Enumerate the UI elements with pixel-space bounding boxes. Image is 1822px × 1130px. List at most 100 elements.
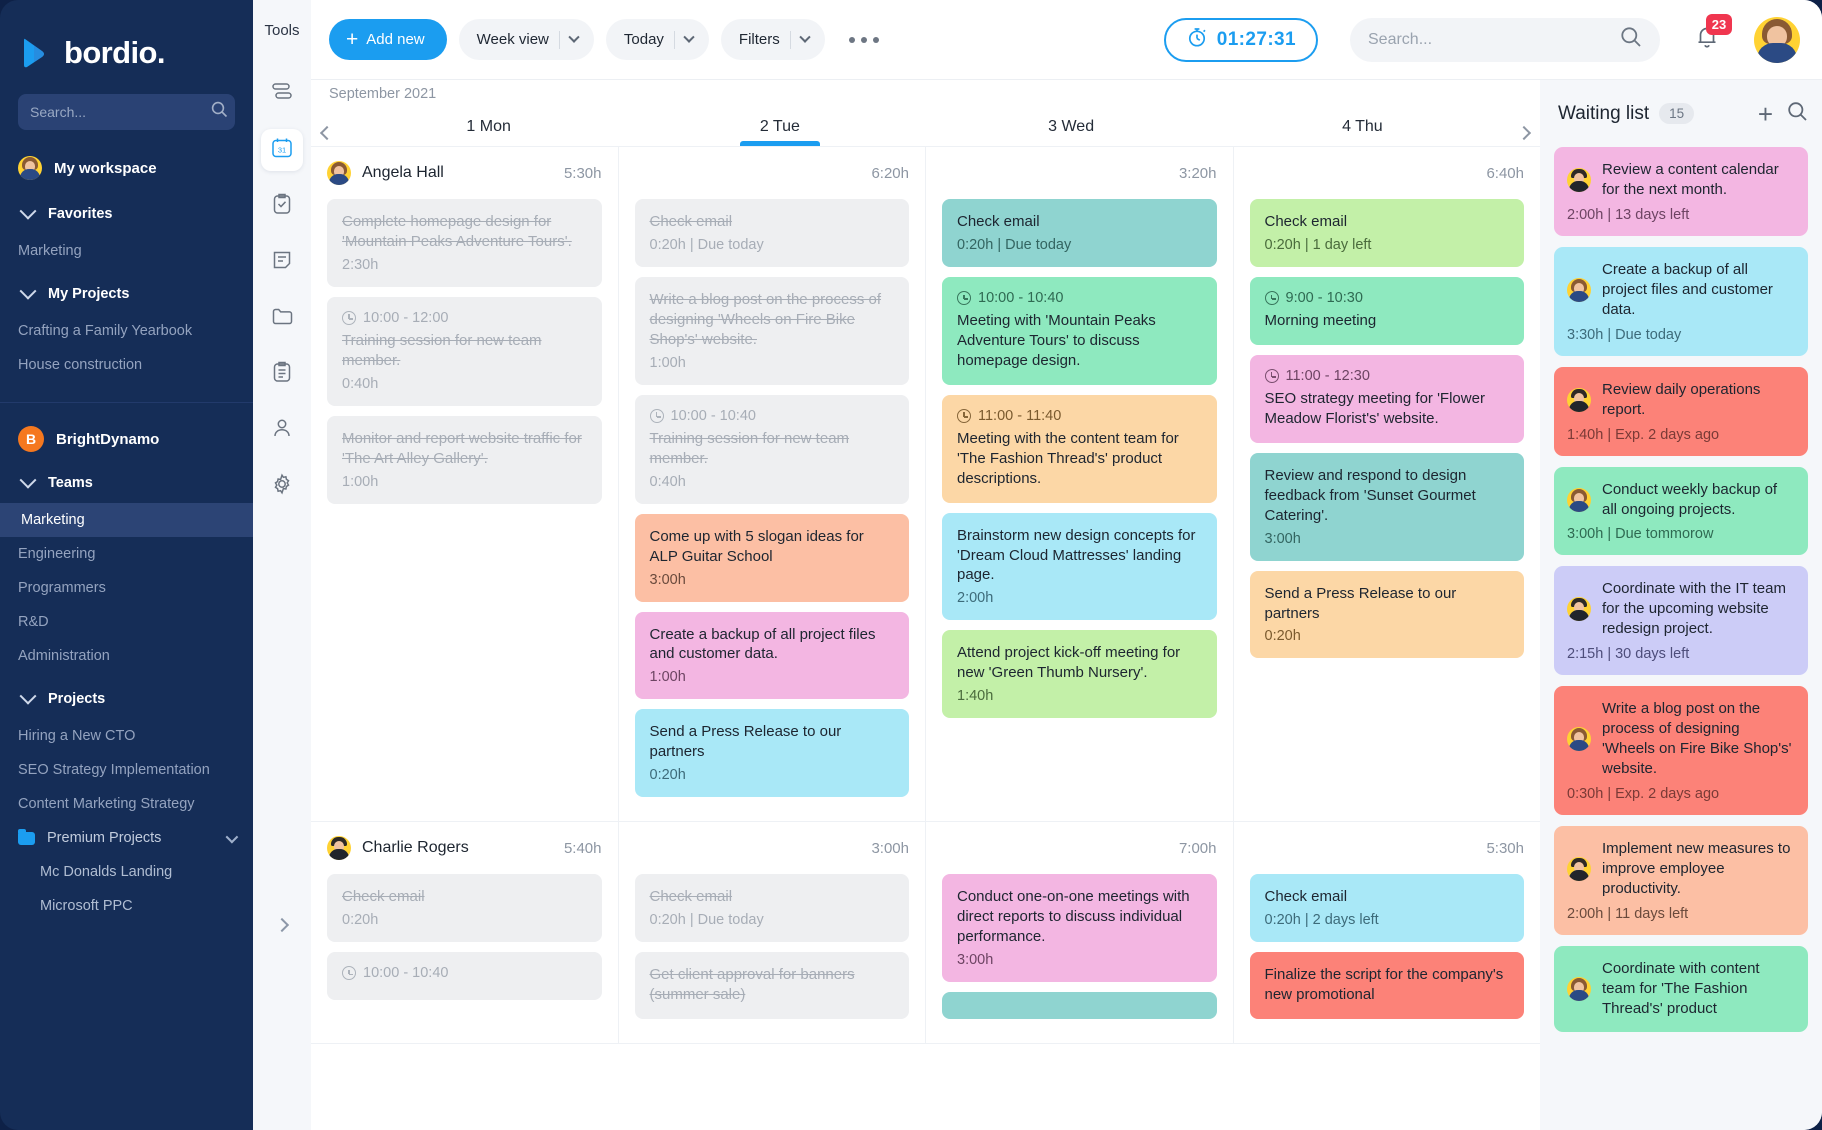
tool-reports-button[interactable] xyxy=(261,353,303,395)
sidebar-item-my-workspace[interactable]: My workspace xyxy=(0,148,253,188)
day-column[interactable]: 6:20h Check email 0:20h | Due today Write a… xyxy=(619,147,926,822)
timer-button[interactable]: 01:27:31 xyxy=(1163,17,1318,62)
sidebar-item-team-engineering[interactable]: Engineering xyxy=(0,537,253,571)
day-column[interactable]: 7:00h Conduct one-on-one meetings with di… xyxy=(926,822,1234,1044)
task-card[interactable]: Check email 0:20h | 1 day left xyxy=(1249,199,1524,267)
view-mode-dropdown[interactable]: Week view xyxy=(458,19,594,60)
task-card[interactable]: Complete homepage design for 'Mountain P… xyxy=(327,199,602,287)
task-card[interactable]: Get client approval for banners (summer … xyxy=(634,952,909,1020)
task-card[interactable]: Create a backup of all project files and… xyxy=(634,611,909,700)
task-card[interactable]: 10:00 - 10:40 Training session for new te… xyxy=(634,394,909,504)
task-card[interactable]: 10:00 - 10:40 xyxy=(327,952,602,1001)
task-card[interactable]: Come up with 5 slogan ideas for ALP Guit… xyxy=(634,513,909,602)
add-task-plus-icon[interactable]: + xyxy=(1758,101,1773,127)
tools-expand-button[interactable] xyxy=(267,910,297,940)
sidebar-group-teams[interactable]: Teams xyxy=(0,463,253,503)
sidebar-group-favorites[interactable]: Favorites xyxy=(0,194,253,234)
waiting-list-item[interactable]: Conduct weekly backup of all ongoing pro… xyxy=(1554,466,1808,556)
date-range-dropdown[interactable]: Today xyxy=(605,19,709,60)
waiting-list-item[interactable]: Coordinate with the IT team for the upco… xyxy=(1554,566,1808,676)
user-avatar[interactable] xyxy=(1754,16,1800,63)
day-header-wed[interactable]: 3 Wed xyxy=(926,118,1217,146)
day-header-tue[interactable]: 2 Tue xyxy=(634,118,925,146)
more-horizontal-icon[interactable] xyxy=(837,36,891,43)
search-icon[interactable] xyxy=(1787,101,1808,127)
day-column[interactable]: Angela Hall 5:30h Complete homepage design… xyxy=(311,147,619,822)
waiting-list-item[interactable]: Review daily operations report. 1:40h | E… xyxy=(1554,366,1808,456)
add-new-button[interactable]: + Add new xyxy=(329,19,447,60)
sidebar-item-marketing-fav[interactable]: Marketing xyxy=(0,234,253,268)
day-header-mon[interactable]: 1 Mon xyxy=(343,118,634,146)
sidebar-item-team-rnd[interactable]: R&D xyxy=(0,605,253,639)
tool-people-button[interactable] xyxy=(261,409,303,451)
task-title: Get client approval for banners (summer … xyxy=(649,966,855,1004)
filters-dropdown[interactable]: Filters xyxy=(720,19,825,60)
waiting-list-item[interactable]: Coordinate with content team for 'The Fa… xyxy=(1554,945,1808,1032)
tool-calendar-button[interactable]: 31 xyxy=(245,129,303,171)
waiting-list-item[interactable]: Review a content calendar for the next m… xyxy=(1554,147,1808,236)
sidebar-item-content-marketing[interactable]: Content Marketing Strategy xyxy=(0,787,253,821)
brand-logo[interactable]: bordio. xyxy=(0,8,253,72)
sidebar-search[interactable] xyxy=(18,94,235,130)
search-icon[interactable] xyxy=(1620,26,1642,53)
tool-tasks-button[interactable] xyxy=(261,185,303,227)
task-card[interactable]: Conduct one-on-one meetings with direct … xyxy=(942,874,1217,983)
task-card[interactable]: Review and respond to design feedback fr… xyxy=(1249,452,1524,561)
sidebar-group-my-projects[interactable]: My Projects xyxy=(0,274,253,314)
task-card[interactable]: 9:00 - 10:30 Morning meeting xyxy=(1249,276,1524,345)
next-week-button[interactable] xyxy=(1508,125,1540,146)
task-card[interactable]: Send a Press Release to our partners 0:20… xyxy=(634,709,909,798)
task-card[interactable]: Check email 0:20h xyxy=(327,874,602,943)
task-card[interactable]: 10:00 - 12:00 Training session for new te… xyxy=(327,296,602,406)
task-card[interactable]: Check email 0:20h | 2 days left xyxy=(1249,874,1524,943)
task-card[interactable]: 10:00 - 10:40 Meeting with 'Mountain Peak… xyxy=(942,276,1217,385)
waiting-list-item[interactable]: Implement new measures to improve employ… xyxy=(1554,826,1808,935)
waiting-list-item[interactable]: Write a blog post on the process of desi… xyxy=(1554,686,1808,815)
task-card[interactable] xyxy=(942,992,1217,1020)
waiting-task-meta: 2:00h | 13 days left xyxy=(1567,206,1690,223)
task-card[interactable]: Check email 0:20h | Due today xyxy=(634,199,909,267)
day-column[interactable]: Charlie Rogers 5:40h Check email 0:20h 10:00… xyxy=(311,822,619,1044)
sidebar-org[interactable]: B BrightDynamo xyxy=(0,421,253,457)
prev-week-button[interactable] xyxy=(311,125,343,146)
task-card[interactable]: Send a Press Release to our partners 0:20… xyxy=(1249,570,1524,659)
day-header-thu[interactable]: 4 Thu xyxy=(1217,118,1508,146)
sidebar-item-team-programmers[interactable]: Programmers xyxy=(0,571,253,605)
sidebar-item-yearbook[interactable]: Crafting a Family Yearbook xyxy=(0,314,253,348)
person-name[interactable]: Charlie Rogers xyxy=(327,836,469,861)
sidebar-item-hiring-cto[interactable]: Hiring a New CTO xyxy=(0,719,253,753)
day-column[interactable]: 6:40h Check email 0:20h | 1 day left 9:00 -… xyxy=(1234,147,1541,821)
sidebar-item-microsoft-ppc[interactable]: Microsoft PPC xyxy=(0,889,253,923)
sidebar-item-seo-strategy[interactable]: SEO Strategy Implementation xyxy=(0,753,253,787)
tool-notes-button[interactable] xyxy=(261,241,303,283)
person-name[interactable]: Angela Hall xyxy=(327,161,444,185)
day-total-hours: 6:20h xyxy=(871,164,909,182)
task-card[interactable]: Check email 0:20h | Due today xyxy=(942,199,1217,267)
notifications-button[interactable]: 23 xyxy=(1694,14,1732,56)
global-search[interactable] xyxy=(1350,17,1660,62)
task-card[interactable]: Check email 0:20h | Due today xyxy=(634,874,909,943)
task-card[interactable]: Write a blog post on the process of desi… xyxy=(634,276,909,385)
sidebar-item-team-marketing[interactable]: Marketing xyxy=(0,503,253,537)
sidebar-item-team-administration[interactable]: Administration xyxy=(0,639,253,673)
day-column[interactable]: 3:00h Check email 0:20h | Due today Get cli… xyxy=(619,822,926,1044)
tool-files-button[interactable] xyxy=(261,297,303,339)
search-input[interactable] xyxy=(1368,30,1620,49)
task-card[interactable]: 11:00 - 11:40 Meeting with the content te… xyxy=(942,394,1217,503)
sidebar-folder-premium-projects[interactable]: Premium Projects xyxy=(0,821,253,855)
task-card[interactable]: Monitor and report website traffic for '… xyxy=(327,415,602,504)
sidebar-group-projects[interactable]: Projects xyxy=(0,679,253,719)
sidebar-search-input[interactable] xyxy=(30,104,211,120)
day-column[interactable]: 3:20h Check email 0:20h | Due today 10:00 -… xyxy=(926,147,1234,822)
tool-timeline-button[interactable] xyxy=(261,73,303,115)
sidebar-item-house[interactable]: House construction xyxy=(0,348,253,382)
tool-settings-button[interactable] xyxy=(261,465,303,507)
task-card[interactable]: Attend project kick-off meeting for new … xyxy=(942,630,1217,719)
day-column[interactable]: 5:30h Check email 0:20h | 2 days left Final… xyxy=(1234,822,1541,1043)
waiting-list-item[interactable]: Create a backup of all project files and… xyxy=(1554,246,1808,356)
sidebar-item-mcdonalds-landing[interactable]: Mc Donalds Landing xyxy=(0,855,253,889)
task-card[interactable]: 11:00 - 12:30 SEO strategy meeting for 'F… xyxy=(1249,354,1524,443)
task-card[interactable]: Finalize the script for the company's ne… xyxy=(1249,952,1524,1020)
waiting-task-title: Conduct weekly backup of all ongoing pro… xyxy=(1602,480,1778,518)
task-card[interactable]: Brainstorm new design concepts for 'Drea… xyxy=(942,512,1217,621)
